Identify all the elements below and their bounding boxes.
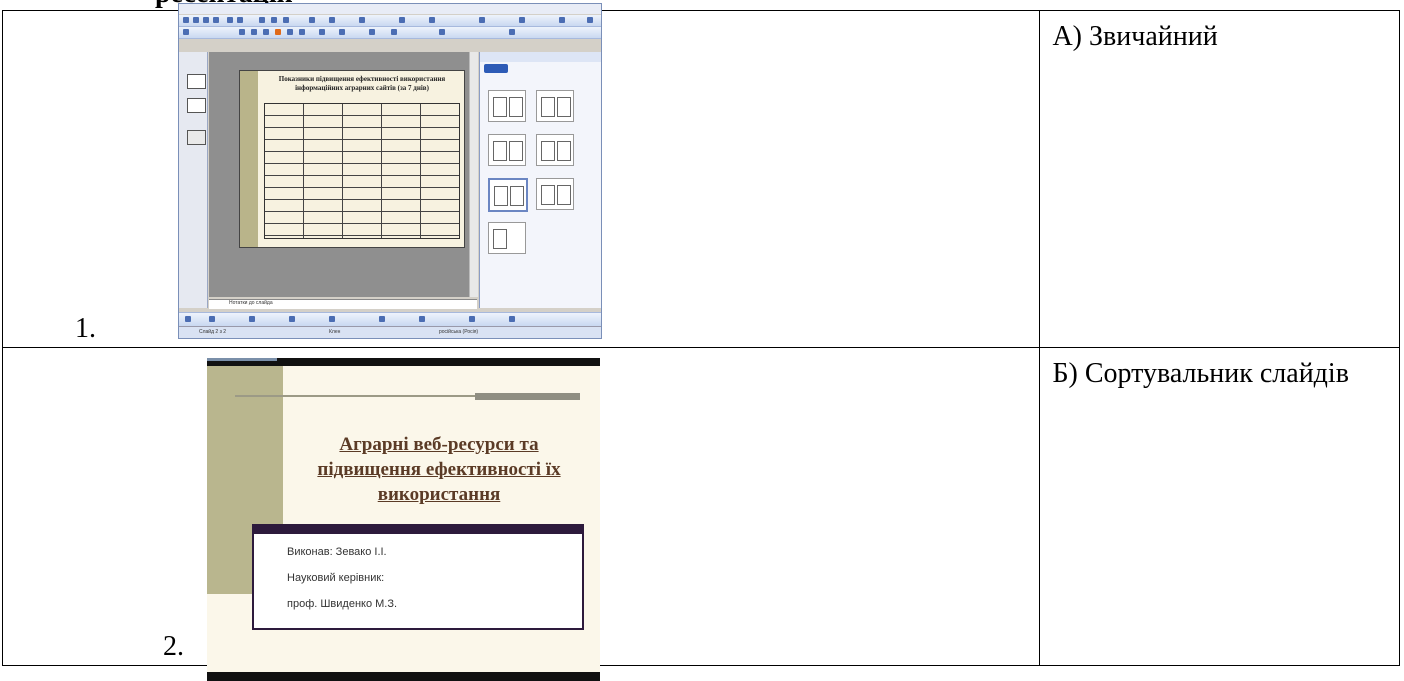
slide-title: Аграрні веб-ресурси та підвищення ефекти… bbox=[317, 434, 561, 505]
layout-option bbox=[488, 134, 526, 166]
status-bar: Слайд 2 з 2 Клен російська (Росія) bbox=[179, 326, 601, 338]
slide-canvas: Показники підвищення ефективності викори… bbox=[239, 70, 465, 248]
row-number: 1. bbox=[75, 313, 96, 344]
status-language: російська (Росія) bbox=[439, 329, 479, 335]
layout-option bbox=[488, 90, 526, 122]
slide-workspace: Показники підвищення ефективності викори… bbox=[209, 52, 477, 297]
status-design: Клен bbox=[329, 329, 341, 335]
slide-thumbnail bbox=[187, 98, 206, 113]
layout-option bbox=[536, 134, 574, 166]
task-pane-header bbox=[480, 52, 601, 62]
slide-thumbnail bbox=[187, 130, 206, 145]
formatting-toolbar bbox=[179, 27, 601, 39]
author-box: Виконав: Зевако І.І. Науковий керівник: … bbox=[252, 524, 584, 630]
answer-text: А) Звичайний bbox=[1052, 21, 1218, 52]
layout-option bbox=[488, 222, 526, 254]
menu-bar bbox=[179, 4, 601, 14]
image-cell: Показники підвищення ефективності викори… bbox=[1, 3, 1041, 348]
image-cell: Аграрні веб-ресурси та підвищення ефекти… bbox=[1, 347, 1041, 681]
notes-pane: Нотатки до слайда bbox=[209, 299, 477, 309]
answer-cell: А) Звичайний bbox=[1039, 10, 1400, 348]
matching-table: Показники підвищення ефективності викори… bbox=[1, 3, 1400, 681]
layout-option bbox=[536, 90, 574, 122]
title-slide-screenshot: Аграрні веб-ресурси та підвищення ефекти… bbox=[207, 358, 600, 681]
vertical-scrollbar bbox=[469, 52, 478, 297]
layout-option bbox=[488, 178, 528, 212]
task-pane-nav bbox=[484, 64, 508, 73]
slide-thumbnail bbox=[187, 74, 206, 89]
table-row: Аграрні веб-ресурси та підвищення ефекти… bbox=[1, 347, 1400, 681]
slide-table bbox=[264, 103, 460, 239]
author-line: Науковий керівник: bbox=[287, 572, 385, 584]
slide-thumbnails-pane bbox=[179, 52, 208, 308]
answer-text: Б) Сортувальник слайдів bbox=[1052, 358, 1349, 389]
row-number: 2. bbox=[163, 631, 184, 662]
status-slide-number: Слайд 2 з 2 bbox=[199, 329, 227, 335]
drawing-toolbar bbox=[179, 312, 601, 326]
standard-toolbar bbox=[179, 15, 601, 27]
slide-title: Показники підвищення ефективності викори… bbox=[278, 75, 446, 92]
author-line: проф. Швиденко М.З. bbox=[287, 598, 398, 610]
layout-option bbox=[536, 178, 574, 210]
table-row: Показники підвищення ефективності викори… bbox=[1, 3, 1400, 348]
author-line: Виконав: Зевако І.І. bbox=[287, 546, 387, 558]
slide-layout-task-pane bbox=[479, 52, 601, 308]
answer-cell: Б) Сортувальник слайдів bbox=[1039, 347, 1400, 666]
powerpoint-normal-view-screenshot: Показники підвищення ефективності викори… bbox=[178, 3, 602, 339]
